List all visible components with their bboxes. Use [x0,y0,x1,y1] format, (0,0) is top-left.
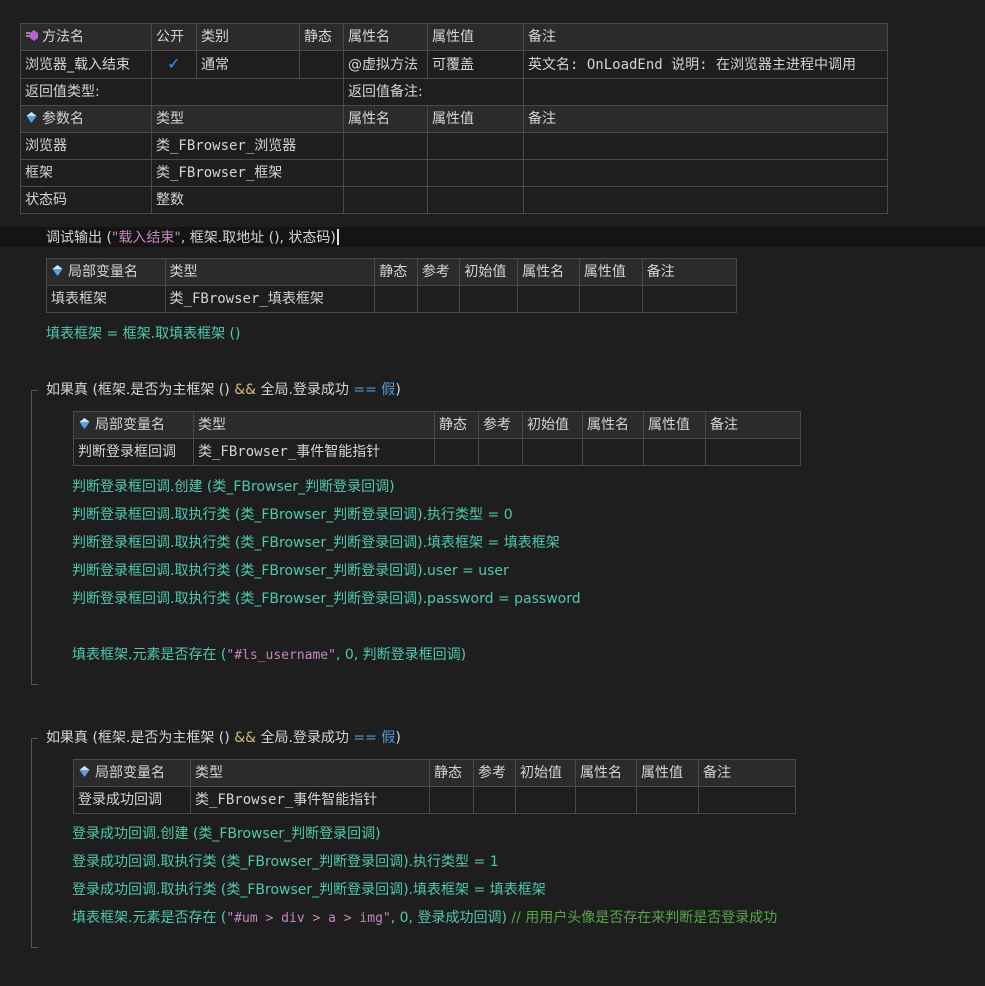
col-local-attr-name: 属性名 [575,759,637,787]
col-param-attr-value: 属性值 [427,105,524,133]
code-line[interactable]: 登录成功回调.取执行类 (类_FBrowser_判断登录回调).执行类型 = 1 [72,852,499,872]
code-comment: // 用用户头像是否存在来判断是否登录成功 [506,910,778,926]
col-local-ref: 参考 [478,411,523,439]
local-var-row: 登录成功回调 类_FBrowser_事件智能指针 [73,786,796,814]
col-local-attr-value: 属性值 [643,411,706,439]
local-var-type[interactable]: 类_FBrowser_事件智能指针 [193,438,435,466]
param-name[interactable]: 框架 [20,159,152,187]
col-attr-value: 属性值 [427,23,524,51]
remark-cell[interactable]: 英文名: OnLoadEnd 说明: 在浏览器主进程中调用 [523,50,888,79]
col-local-static: 静态 [429,759,474,787]
local-var-table: 局部变量名 类型 静态 参考 初始值 属性名 属性值 备注 登录成功回调 类_F… [73,759,796,814]
param-icon [25,107,38,123]
col-param-remark: 备注 [523,105,888,133]
local-var-table: 局部变量名 类型 静态 参考 初始值 属性名 属性值 备注 填表框架 类_FBr… [46,258,738,313]
return-type-cell[interactable] [151,78,344,106]
attr-value-cell[interactable]: 可覆盖 [427,50,524,79]
col-static: 静态 [299,23,344,51]
col-local-remark: 备注 [705,411,801,439]
local-var-type[interactable]: 类_FBrowser_事件智能指针 [190,786,430,814]
param-name[interactable]: 状态码 [20,186,152,214]
param-type[interactable]: 类_FBrowser_框架 [151,159,344,187]
code-line[interactable]: 登录成功回调.取执行类 (类_FBrowser_判断登录回调).填表框架 = 填… [72,880,546,900]
col-local-static: 静态 [434,411,479,439]
param-row: 状态码 整数 [20,186,888,214]
col-local-init: 初始值 [459,258,519,286]
local-var-name[interactable]: 填表框架 [46,285,166,313]
col-local-attr-name: 属性名 [582,411,644,439]
method-name-cell[interactable]: 浏览器_载入结束 [20,50,152,79]
col-method-name: 方法名 [20,23,152,51]
return-type-label: 返回值类型: [20,78,152,106]
col-local-ref: 参考 [416,258,461,286]
attr-name-cell[interactable]: @虚拟方法 [343,50,428,79]
code-line[interactable]: 判断登录框回调.创建 (类_FBrowser_判断登录回调) [72,477,395,497]
col-local-type: 类型 [193,411,435,439]
param-name[interactable]: 浏览器 [20,132,152,160]
check-icon: ✓ [167,54,181,73]
method-table: 方法名 公开 类别 静态 属性名 属性值 备注 浏览器_载入结束 ✓ 通常 @虚… [20,23,888,214]
col-remark: 备注 [523,23,888,51]
if-block-bracket [31,390,38,685]
public-checkbox[interactable]: ✓ [151,50,197,79]
local-var-name[interactable]: 判断登录框回调 [73,438,194,466]
col-local-name: 局部变量名 [73,759,191,787]
code-line-if[interactable]: 如果真 (框架.是否为主框架 () && 全局.登录成功 == 假) [46,728,401,748]
code-line[interactable]: 判断登录框回调.取执行类 (类_FBrowser_判断登录回调).填表框架 = … [72,533,560,553]
col-public: 公开 [151,23,197,51]
param-row: 框架 类_FBrowser_框架 [20,159,888,187]
if-block-bracket [31,738,38,948]
local-var-row: 判断登录框回调 类_FBrowser_事件智能指针 [73,438,801,466]
code-line[interactable]: 登录成功回调.创建 (类_FBrowser_判断登录回调) [72,824,381,844]
code-line[interactable]: 判断登录框回调.取执行类 (类_FBrowser_判断登录回调).执行类型 = … [72,505,513,525]
text-caret [336,229,339,245]
code-line-if[interactable]: 如果真 (框架.是否为主框架 () && 全局.登录成功 == 假) [46,380,401,400]
param-row: 浏览器 类_FBrowser_浏览器 [20,132,888,160]
local-var-name[interactable]: 登录成功回调 [73,786,191,814]
param-type[interactable]: 整数 [151,186,344,214]
local-var-type[interactable]: 类_FBrowser_填表框架 [164,285,376,313]
col-local-static: 静态 [374,258,418,286]
method-icon [25,25,38,41]
col-local-attr-value: 属性值 [636,759,699,787]
param-type[interactable]: 类_FBrowser_浏览器 [151,132,344,160]
variable-icon [78,761,91,777]
return-remark-cell[interactable] [523,78,888,106]
col-local-remark: 备注 [641,258,738,286]
local-var-table: 局部变量名 类型 静态 参考 初始值 属性名 属性值 备注 判断登录框回调 类_… [73,411,801,466]
category-cell[interactable]: 通常 [196,50,300,79]
col-param-name: 参数名 [20,105,152,133]
col-local-attr-value: 属性值 [578,258,643,286]
col-local-remark: 备注 [698,759,796,787]
code-line-exists[interactable]: 填表框架.元素是否存在 ("#ls_username", 0, 判断登录框回调) [72,645,466,665]
col-local-name: 局部变量名 [46,258,166,286]
return-remark-label: 返回值备注: [343,78,524,106]
col-local-name: 局部变量名 [73,411,194,439]
variable-icon [78,413,91,429]
col-param-type: 类型 [151,105,344,133]
code-line-exists[interactable]: 填表框架.元素是否存在 ("#um > div > a > img", 0, 登… [72,908,777,928]
col-category: 类别 [196,23,300,51]
variable-icon [51,260,64,276]
static-cell[interactable] [299,50,344,79]
col-local-init: 初始值 [522,411,583,439]
code-line[interactable]: 判断登录框回调.取执行类 (类_FBrowser_判断登录回调).passwor… [72,589,581,609]
col-attr-name: 属性名 [343,23,428,51]
col-local-type: 类型 [190,759,430,787]
col-local-init: 初始值 [515,759,576,787]
col-local-ref: 参考 [473,759,516,787]
col-local-attr-name: 属性名 [517,258,580,286]
col-local-type: 类型 [164,258,376,286]
code-line-assign[interactable]: 填表框架 = 框架.取填表框架 () [46,324,240,344]
col-param-attr-name: 属性名 [343,105,428,133]
code-line[interactable]: 判断登录框回调.取执行类 (类_FBrowser_判断登录回调).user = … [72,561,509,581]
local-var-row: 填表框架 类_FBrowser_填表框架 [46,285,738,313]
code-line-debug[interactable]: 调试输出 ("载入结束", 框架.取地址 (), 状态码) [46,228,339,248]
